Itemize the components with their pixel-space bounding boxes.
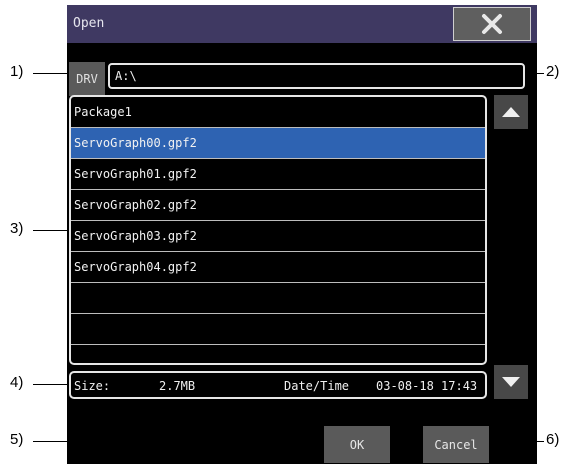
open-dialog: Open DRV A:\ Package1 ServoGraph00.gpf2 …: [67, 5, 537, 464]
callout-6: 6): [546, 431, 560, 448]
callout-4: 4): [10, 374, 24, 391]
list-item[interactable]: ServoGraph02.gpf2: [71, 190, 485, 221]
path-field[interactable]: A:\: [108, 63, 525, 89]
list-item[interactable]: [71, 283, 485, 314]
callout-2: 2): [546, 63, 560, 80]
list-item[interactable]: Package1: [71, 97, 485, 128]
list-item[interactable]: [71, 345, 485, 363]
triangle-up-icon: [502, 107, 520, 117]
scroll-up-button[interactable]: [494, 95, 528, 129]
drive-button[interactable]: DRV: [69, 62, 105, 96]
leader-line-4: [33, 384, 71, 385]
cancel-button[interactable]: Cancel: [423, 426, 489, 463]
leader-line-3: [33, 230, 71, 231]
title-bar: Open: [67, 5, 537, 43]
file-info-bar: Size: 2.7MB Date/Time 03-08-18 17:43: [69, 371, 487, 399]
leader-line-1: [33, 73, 71, 74]
list-item[interactable]: ServoGraph03.gpf2: [71, 221, 485, 252]
triangle-down-icon: [502, 377, 520, 387]
dialog-title: Open: [73, 16, 105, 31]
callout-5: 5): [10, 431, 24, 448]
scroll-down-button[interactable]: [494, 365, 528, 399]
callout-1: 1): [10, 63, 24, 80]
list-item[interactable]: [71, 314, 485, 345]
size-label: Size:: [74, 379, 111, 393]
list-item-selected[interactable]: ServoGraph00.gpf2: [71, 128, 485, 159]
close-icon: [482, 14, 502, 34]
date-label: Date/Time: [284, 379, 350, 393]
list-item[interactable]: ServoGraph04.gpf2: [71, 252, 485, 283]
callout-3: 3): [10, 220, 24, 237]
list-item[interactable]: ServoGraph01.gpf2: [71, 159, 485, 190]
date-value: 03-08-18 17:43: [376, 379, 478, 393]
ok-button[interactable]: OK: [324, 426, 390, 463]
size-value: 2.7MB: [159, 379, 196, 393]
file-list[interactable]: Package1 ServoGraph00.gpf2 ServoGraph01.…: [69, 95, 487, 365]
close-button[interactable]: [453, 7, 531, 41]
